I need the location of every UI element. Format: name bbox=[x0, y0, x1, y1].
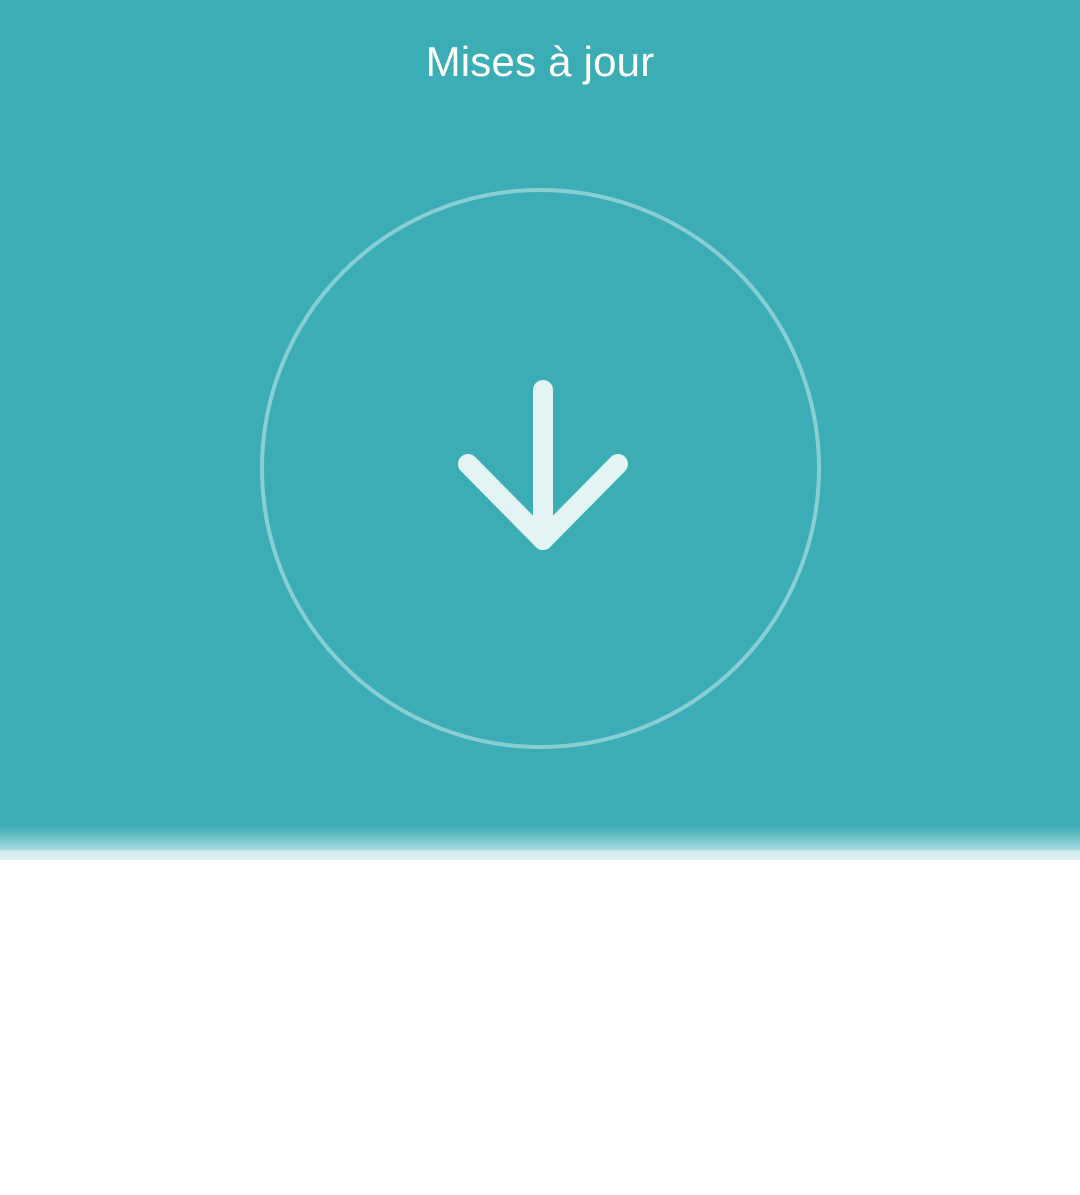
header-fade-transition bbox=[0, 790, 1080, 870]
updates-screen: Mises à jour bbox=[0, 0, 1080, 1195]
page-title: Mises à jour bbox=[425, 38, 655, 85]
updates-content-area bbox=[0, 860, 1080, 1195]
download-arrow-icon bbox=[458, 380, 628, 550]
updates-header: Mises à jour bbox=[0, 0, 1080, 850]
